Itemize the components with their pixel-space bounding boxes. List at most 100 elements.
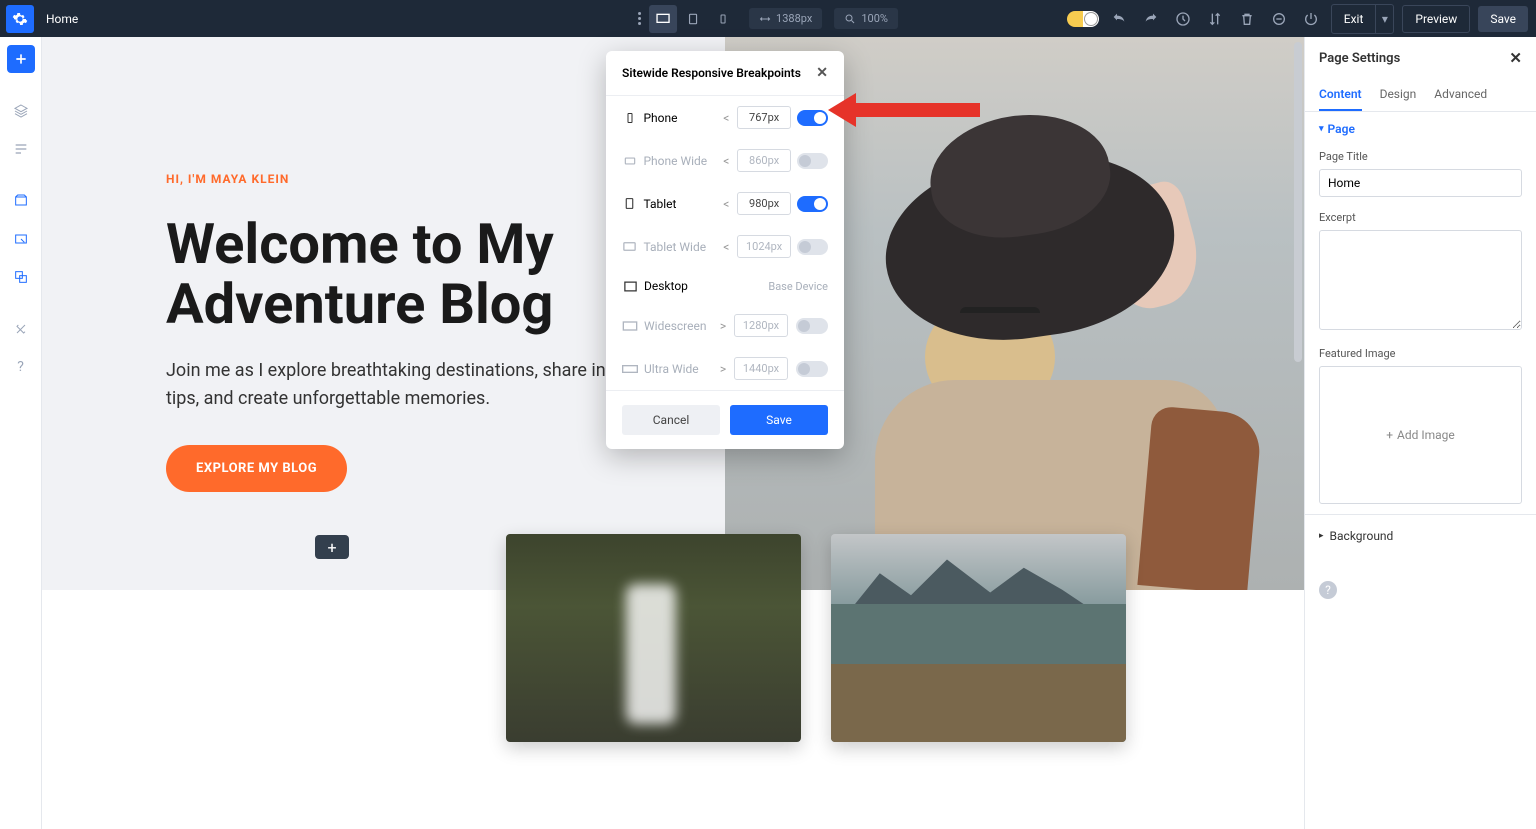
device-tablet-button[interactable] [679,5,707,33]
click-button[interactable] [7,225,35,253]
bp-toggle-phone[interactable] [797,110,828,126]
exit-dropdown[interactable]: ▾ [1375,5,1393,33]
tablet-icon [622,196,637,212]
left-sidebar: ? [0,37,42,829]
zoom-value: 100% [861,12,888,25]
wireframe-button[interactable] [7,187,35,215]
bp-toggle-tablet-wide[interactable] [797,239,828,255]
section-background-toggle[interactable]: Background [1305,514,1536,557]
bp-row-desktop: Desktop Base Device [606,268,844,304]
more-dots-icon[interactable] [638,12,641,25]
bp-operator: < [721,154,731,168]
bp-label: Ultra Wide [644,362,712,376]
bp-label: Tablet [643,197,715,211]
device-phone-button[interactable] [709,5,737,33]
panel-help-icon[interactable]: ? [1319,581,1337,599]
popover-cancel-button[interactable]: Cancel [622,405,720,435]
thumbnail-1[interactable] [506,534,801,742]
bp-row-phone-wide: Phone Wide < [606,139,844,182]
add-element-button[interactable] [7,45,35,73]
bp-value-input[interactable] [737,235,791,258]
desktop-icon [622,278,638,294]
page-title-topbar: Home [46,12,78,26]
bp-value-input[interactable] [737,106,791,129]
save-button[interactable]: Save [1478,6,1528,32]
phone-wide-icon [622,153,637,169]
topbar-center: 1388px 100% [638,5,898,33]
bp-toggle-ultra-wide[interactable] [796,361,828,377]
page-title-label: Page Title [1319,150,1522,163]
featured-image-label: Featured Image [1319,347,1522,360]
bp-label: Phone [643,111,715,125]
history-button[interactable] [1171,7,1195,31]
portability-button[interactable] [1267,7,1291,31]
help-button[interactable]: ? [7,353,35,381]
thumbnail-row [506,534,1126,742]
add-section-chip[interactable]: + [315,535,349,559]
tools-button[interactable] [7,315,35,343]
panel-tabs: Content Design Advanced [1305,79,1536,112]
hero-cta-button[interactable]: EXPLORE MY BLOG [166,445,347,492]
power-button[interactable] [1299,7,1323,31]
canvas-width-value: 1388px [776,12,812,25]
section-page-toggle[interactable]: Page [1319,122,1522,136]
bp-label: Desktop [644,279,716,293]
tab-design[interactable]: Design [1380,79,1417,111]
sort-button[interactable] [1203,7,1227,31]
topbar-right: Exit ▾ Preview Save [1067,4,1528,34]
device-desktop-button[interactable] [649,5,677,33]
theme-toggle[interactable] [1067,11,1099,27]
zoom-field[interactable]: 100% [834,8,898,29]
popover-title: Sitewide Responsive Breakpoints [622,66,801,80]
trash-button[interactable] [1235,7,1259,31]
canvas-scrollbar[interactable] [1294,42,1302,362]
ultra-wide-icon [622,361,638,377]
canvas-width-field[interactable]: 1388px [749,8,822,29]
bp-toggle-widescreen[interactable] [796,318,828,334]
settings-button[interactable] [6,5,34,33]
breakpoints-popover: Sitewide Responsive Breakpoints ✕ Phone … [606,51,844,449]
bp-row-tablet-wide: Tablet Wide < [606,225,844,268]
bp-operator: > [718,319,728,333]
bp-label: Widescreen [644,319,712,333]
search-icon [844,13,856,25]
redo-button[interactable] [1139,7,1163,31]
hero-subtitle[interactable]: Join me as I explore breathtaking destin… [166,357,646,413]
page-title-input[interactable] [1319,169,1522,197]
background-label: Background [1330,529,1394,543]
bp-row-phone: Phone < [606,96,844,139]
bp-base-label: Base Device [768,280,828,293]
add-image-button[interactable]: + Add Image [1319,366,1522,504]
undo-button[interactable] [1107,7,1131,31]
thumbnail-2[interactable] [831,534,1126,742]
bp-operator: < [721,240,731,254]
hero-kicker[interactable]: HI, I'M MAYA KLEIN [166,172,646,186]
exit-button[interactable]: Exit [1332,6,1376,32]
gear-icon [12,11,28,27]
phone-icon [622,110,637,126]
bp-toggle-phone-wide[interactable] [797,153,828,169]
close-panel-button[interactable]: ✕ [1509,49,1522,67]
popover-close-button[interactable]: ✕ [816,65,828,81]
bp-value-input[interactable] [734,357,788,380]
bp-value-input[interactable] [734,314,788,337]
bp-label: Tablet Wide [643,240,715,254]
bp-row-ultra-wide: Ultra Wide > [606,347,844,390]
excerpt-textarea[interactable] [1319,230,1522,330]
hero-heading[interactable]: Welcome to My Adventure Blog [166,214,646,335]
spacing-button[interactable] [7,135,35,163]
tab-content[interactable]: Content [1319,79,1362,111]
overlap-button[interactable] [7,263,35,291]
bp-toggle-tablet[interactable] [797,196,828,212]
preview-button[interactable]: Preview [1402,5,1470,33]
bp-value-input[interactable] [737,149,791,172]
bp-value-input[interactable] [737,192,791,215]
bp-operator: < [721,197,731,211]
bp-row-tablet: Tablet < [606,182,844,225]
bp-operator: > [718,362,728,376]
tab-advanced[interactable]: Advanced [1434,79,1487,111]
layers-button[interactable] [7,97,35,125]
popover-save-button[interactable]: Save [730,405,828,435]
hero-text-block[interactable]: HI, I'M MAYA KLEIN Welcome to My Adventu… [166,172,646,492]
add-image-label: Add Image [1397,428,1455,442]
